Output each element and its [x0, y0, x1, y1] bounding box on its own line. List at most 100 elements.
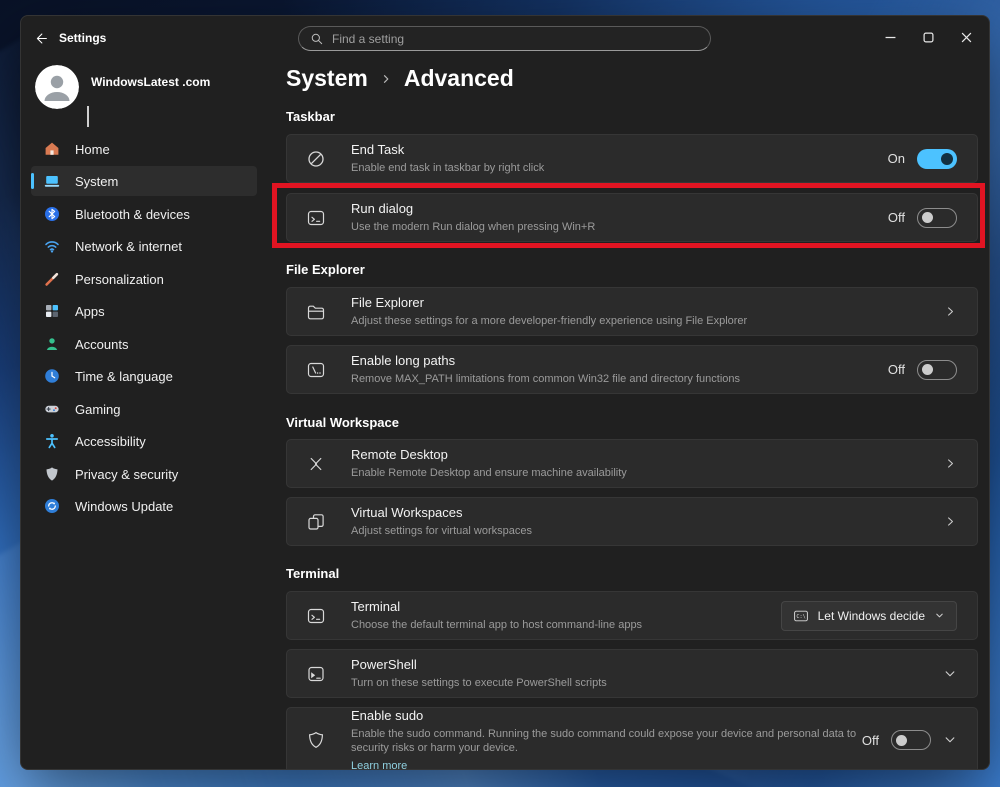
- section-header-taskbar: Taskbar: [286, 109, 335, 124]
- folder-icon: [306, 302, 326, 322]
- chevron-down-icon[interactable]: [943, 667, 957, 681]
- toggle-state-label: Off: [888, 210, 905, 225]
- sidebar-item-time-language[interactable]: Time & language: [31, 361, 257, 391]
- sidebar-item-label: Apps: [75, 304, 105, 319]
- setting-row-run-dialog: Run dialog Use the modern Run dialog whe…: [286, 193, 978, 242]
- setting-row-virtual-workspaces[interactable]: Virtual Workspaces Adjust settings for v…: [286, 497, 978, 546]
- search-input[interactable]: [332, 32, 699, 46]
- sidebar-item-label: Personalization: [75, 272, 164, 287]
- sidebar-item-accessibility[interactable]: Accessibility: [31, 426, 257, 456]
- page-title: Advanced: [404, 65, 514, 92]
- learn-more-link[interactable]: Learn more: [351, 759, 407, 771]
- end-task-icon: [306, 149, 326, 169]
- window-title: Settings: [59, 31, 106, 45]
- close-icon: [961, 32, 972, 43]
- sidebar-item-gaming[interactable]: Gaming: [31, 394, 257, 424]
- toggle-knob: [922, 364, 933, 375]
- sidebar-item-label: Gaming: [75, 402, 121, 417]
- end-task-toggle[interactable]: [917, 149, 957, 169]
- section-header-virtual-workspace: Virtual Workspace: [286, 415, 399, 430]
- window-controls: [871, 20, 985, 54]
- settings-window: Settings WindowsLatest .com Home: [20, 15, 990, 770]
- toggle-state-label: On: [888, 151, 905, 166]
- setting-title: Terminal: [351, 599, 642, 615]
- sidebar-item-label: Privacy & security: [75, 467, 178, 482]
- toggle-state-label: Off: [888, 362, 905, 377]
- sidebar-item-windows-update[interactable]: Windows Update: [31, 491, 257, 521]
- setting-desc: Adjust settings for virtual workspaces: [351, 524, 532, 538]
- chevron-right-icon: [944, 305, 957, 318]
- minimize-button[interactable]: [871, 20, 909, 54]
- toggle-knob: [922, 212, 933, 223]
- maximize-icon: [923, 32, 934, 43]
- sidebar-item-accounts[interactable]: Accounts: [31, 329, 257, 359]
- setting-row-long-paths: Enable long paths Remove MAX_PATH limita…: [286, 345, 978, 394]
- setting-row-terminal: Terminal Choose the default terminal app…: [286, 591, 978, 640]
- setting-title: Virtual Workspaces: [351, 505, 532, 521]
- sidebar-item-privacy[interactable]: Privacy & security: [31, 459, 257, 489]
- run-dialog-icon: [306, 208, 326, 228]
- enable-sudo-toggle[interactable]: [891, 730, 931, 750]
- sidebar-item-label: Home: [75, 142, 110, 157]
- home-icon: [44, 141, 60, 157]
- setting-desc: Enable the sudo command. Running the sud…: [351, 727, 862, 755]
- breadcrumb-parent[interactable]: System: [286, 65, 368, 92]
- setting-desc: Enable Remote Desktop and ensure machine…: [351, 466, 627, 480]
- wifi-icon: [44, 238, 60, 254]
- user-avatar-icon: [35, 65, 79, 109]
- setting-title: Enable sudo: [351, 708, 862, 724]
- clock-globe-icon: [44, 368, 60, 384]
- setting-desc: Remove MAX_PATH limitations from common …: [351, 372, 740, 386]
- sidebar-item-personalization[interactable]: Personalization: [31, 264, 257, 294]
- setting-row-end-task: End Task Enable end task in taskbar by r…: [286, 134, 978, 183]
- setting-row-file-explorer[interactable]: File Explorer Adjust these settings for …: [286, 287, 978, 336]
- close-button[interactable]: [947, 20, 985, 54]
- apps-icon: [44, 303, 60, 319]
- chevron-right-icon: [944, 515, 957, 528]
- account-name: WindowsLatest .com: [91, 75, 210, 89]
- setting-title: End Task: [351, 142, 544, 158]
- toggle-knob: [941, 153, 953, 165]
- breadcrumb: System Advanced: [286, 65, 514, 92]
- sidebar-item-apps[interactable]: Apps: [31, 296, 257, 326]
- chevron-down-icon[interactable]: [943, 733, 957, 747]
- setting-desc: Turn on these settings to execute PowerS…: [351, 676, 607, 690]
- search-icon: [310, 32, 324, 46]
- breadcrumb-separator-icon: [380, 73, 392, 85]
- sidebar-item-bluetooth[interactable]: Bluetooth & devices: [31, 199, 257, 229]
- chevron-down-icon: [934, 610, 945, 621]
- terminal-app-dropdown[interactable]: C:\ Let Windows decide: [781, 601, 957, 631]
- virtual-workspaces-icon: [306, 512, 326, 532]
- avatar: [35, 65, 79, 109]
- setting-title: Run dialog: [351, 201, 595, 217]
- sidebar-item-system[interactable]: System: [31, 166, 257, 196]
- terminal-icon: [306, 606, 326, 626]
- update-icon: [44, 498, 60, 514]
- selected-indicator: [31, 173, 34, 189]
- sidebar-item-home[interactable]: Home: [31, 134, 257, 164]
- long-paths-toggle[interactable]: [917, 360, 957, 380]
- section-header-file-explorer: File Explorer: [286, 262, 365, 277]
- setting-row-powershell[interactable]: PowerShell Turn on these settings to exe…: [286, 649, 978, 698]
- maximize-button[interactable]: [909, 20, 947, 54]
- sudo-shield-icon: [306, 730, 326, 750]
- long-paths-icon: [306, 360, 326, 380]
- text-caret: [87, 106, 89, 127]
- search-box: [298, 26, 711, 51]
- setting-row-remote-desktop[interactable]: Remote Desktop Enable Remote Desktop and…: [286, 439, 978, 488]
- shield-icon: [44, 466, 60, 482]
- setting-row-enable-sudo: Enable sudo Enable the sudo command. Run…: [286, 707, 978, 770]
- command-prompt-icon: C:\: [793, 608, 809, 624]
- sidebar-item-network[interactable]: Network & internet: [31, 231, 257, 261]
- gamepad-icon: [44, 401, 60, 417]
- paintbrush-icon: [44, 271, 60, 287]
- sidebar-item-label: System: [75, 174, 118, 189]
- person-icon: [44, 336, 60, 352]
- system-icon: [44, 173, 60, 189]
- setting-desc: Adjust these settings for a more develop…: [351, 314, 747, 328]
- setting-title: Remote Desktop: [351, 447, 627, 463]
- run-dialog-toggle[interactable]: [917, 208, 957, 228]
- back-arrow-icon: [34, 31, 49, 46]
- back-button[interactable]: [27, 25, 55, 51]
- setting-desc: Choose the default terminal app to host …: [351, 618, 642, 632]
